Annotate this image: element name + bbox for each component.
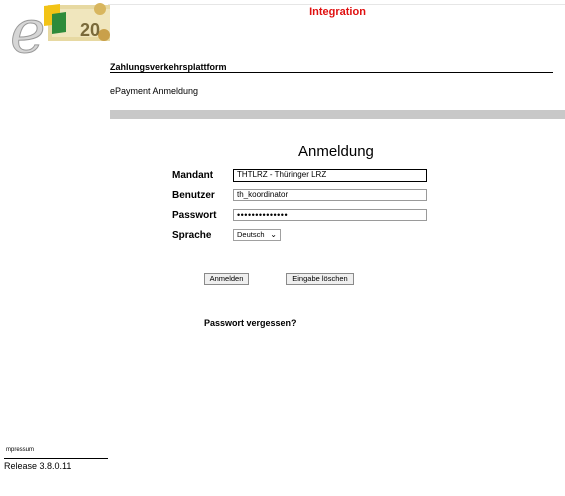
header-divider [110, 72, 553, 73]
svg-text:20: 20 [80, 20, 100, 40]
mandant-label: Mandant [172, 170, 214, 181]
login-button[interactable]: Anmelden [204, 273, 249, 285]
sprache-select-value: Deutsch [237, 230, 265, 239]
impressum-link[interactable]: mpressum [6, 447, 34, 453]
mandant-field[interactable]: THTLRZ - Thüringer LRZ [233, 169, 427, 182]
platform-title: Zahlungsverkehrsplattform [110, 62, 227, 72]
release-version: Release 3.8.0.11 [4, 461, 72, 471]
gray-banner [110, 110, 565, 119]
top-rule [108, 4, 565, 5]
footer-divider [4, 458, 108, 459]
benutzer-field[interactable]: th_koordinator [233, 189, 427, 201]
environment-label: Integration [309, 6, 366, 18]
login-heading: Anmeldung [298, 143, 374, 160]
passwort-field[interactable]: •••••••••••••• [233, 209, 427, 221]
chevron-down-icon: ⌄ [270, 230, 277, 239]
sprache-label: Sprache [172, 230, 212, 241]
forgot-password-link[interactable]: Passwort vergessen? [204, 318, 297, 328]
sprache-select[interactable]: Deutsch ⌄ [233, 229, 281, 241]
page-subtitle: ePayment Anmeldung [110, 86, 199, 96]
benutzer-label: Benutzer [172, 190, 215, 201]
passwort-label: Passwort [172, 210, 217, 221]
clear-input-button[interactable]: Eingabe löschen [286, 273, 354, 285]
